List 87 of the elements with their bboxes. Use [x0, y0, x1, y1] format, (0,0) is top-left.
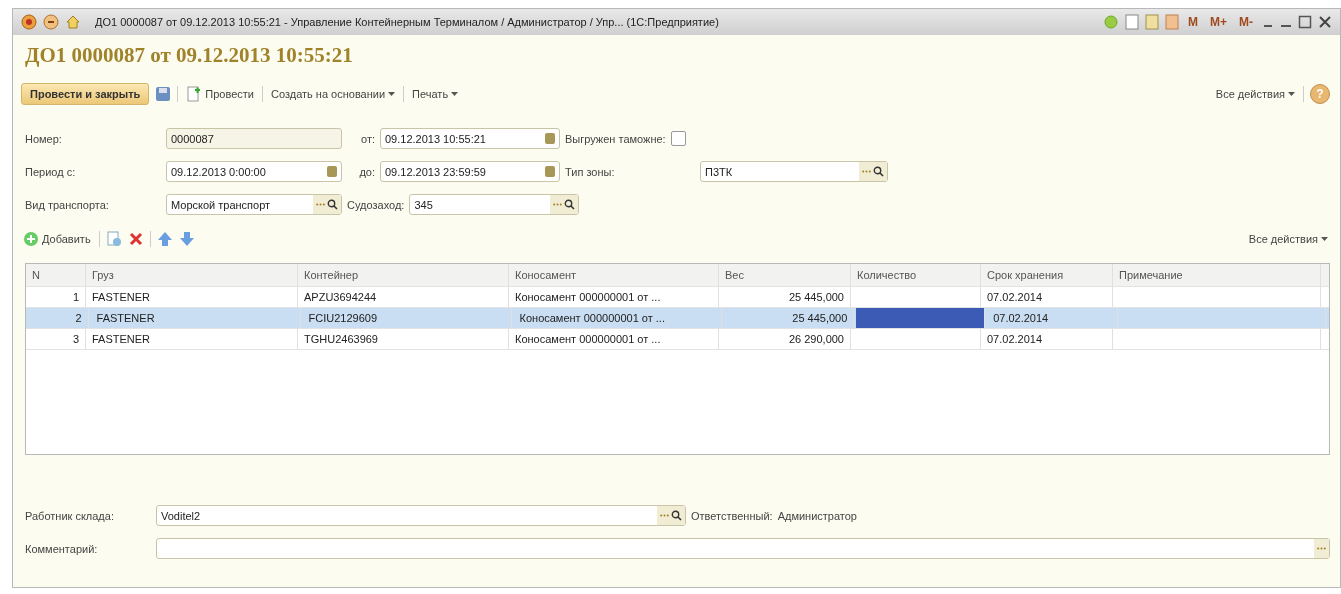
table-row[interactable]: 2 FASTENER FCIU2129609 Коносамент 000000001 от ... 25 445,000 07.02.2014	[26, 308, 1329, 329]
table-cell: FASTENER	[90, 308, 301, 328]
table-cell: 25 445,000	[719, 287, 851, 307]
table-cell: Коносамент 000000001 от ...	[509, 329, 719, 349]
ship-call-field[interactable]: 345	[409, 194, 580, 215]
column-header[interactable]: Груз	[86, 264, 298, 286]
search-icon[interactable]	[564, 199, 576, 210]
memory-button[interactable]: M+	[1207, 15, 1230, 29]
field-label: до:	[358, 165, 375, 178]
table-cell: 3	[26, 329, 86, 349]
table-cell: 25 445,000	[723, 308, 855, 328]
field-label: Вид транспорта:	[24, 198, 110, 211]
field-label: Тип зоны:	[565, 165, 616, 178]
responsible-name: Администратор	[777, 509, 857, 522]
all-actions-button[interactable]: Все действия	[1213, 88, 1297, 100]
caret-icon	[1321, 237, 1328, 241]
search-icon[interactable]	[671, 510, 682, 521]
table-row[interactable]: 3 FASTENER TGHU2463969 Коносамент 000000001 от ... 26 290,000 07.02.2014	[26, 329, 1329, 350]
home-icon[interactable]	[65, 14, 81, 30]
maximize-icon[interactable]	[1298, 15, 1312, 29]
logo-icon[interactable]	[21, 14, 37, 30]
table-cell: 2	[29, 308, 89, 328]
column-header[interactable]: Количество	[851, 264, 981, 286]
column-header[interactable]: Вес	[719, 264, 851, 286]
post-and-close-button[interactable]: Провести и закрыть	[21, 83, 150, 105]
table-cell: 07.02.2014	[981, 287, 1113, 307]
table-cell: Коносамент 000000001 от ...	[509, 287, 719, 307]
caret-icon	[1288, 92, 1295, 96]
transport-field[interactable]: Морской транспорт	[166, 194, 342, 215]
save-icon[interactable]	[155, 86, 172, 102]
search-icon[interactable]	[327, 199, 338, 210]
field-label: Комментарий:	[24, 542, 99, 555]
date-field[interactable]: 09.12.2013 0:00:00	[166, 161, 342, 182]
memory-button[interactable]: M-	[1236, 15, 1256, 29]
all-actions-button[interactable]: Все действия	[1246, 233, 1330, 245]
post-button[interactable]: Провести	[184, 86, 256, 102]
window-title: ДО1 0000087 от 09.12.2013 10:55:21 - Управление Контейнерным Терминалом / Администратор / Упр... (1С:Предприятие)	[95, 16, 720, 28]
search-icon[interactable]	[873, 166, 884, 177]
document-icon	[186, 86, 203, 102]
arrow-up-icon[interactable]	[156, 231, 173, 247]
focused-cell[interactable]	[856, 308, 986, 328]
caret-icon	[388, 92, 396, 96]
ellipsis-icon[interactable]	[316, 203, 325, 206]
column-header[interactable]: Контейнер	[298, 264, 509, 286]
table-cell: 1	[26, 287, 86, 307]
arrow-down-icon[interactable]	[178, 231, 195, 247]
field-label: Выгружен таможне:	[565, 132, 666, 145]
column-header[interactable]: Срок хранения	[981, 264, 1113, 286]
document-heading: ДО1 0000087 от 09.12.2013 10:55:21	[25, 43, 354, 68]
ellipsis-icon[interactable]	[862, 170, 871, 173]
date-field[interactable]: 09.12.2013 10:55:21	[380, 128, 560, 149]
zone-field[interactable]: П3ТК	[700, 161, 888, 182]
worker-field[interactable]: Voditel2	[156, 505, 686, 526]
create-based-on-button[interactable]: Создать на основании	[268, 88, 398, 100]
field-label: Работник склада:	[24, 509, 115, 522]
table-cell: FCIU2129609	[302, 308, 512, 328]
checkbox[interactable]	[670, 131, 686, 146]
table-cell: 07.02.2014	[987, 308, 1118, 328]
column-header[interactable]: Коносамент	[509, 264, 719, 286]
print-button[interactable]: Печать	[410, 88, 461, 100]
date-field[interactable]: 09.12.2013 23:59:59	[380, 161, 560, 182]
table-cell: APZU3694244	[298, 287, 509, 307]
add-button[interactable]: Добавить	[21, 231, 93, 247]
ellipsis-icon[interactable]	[1317, 547, 1326, 550]
field-label: от:	[360, 132, 375, 145]
table-cell: Коносамент 000000001 от ...	[513, 308, 722, 328]
field-label: Номер:	[24, 132, 63, 145]
plus-icon	[23, 231, 39, 247]
caret-icon	[451, 92, 459, 96]
table-cell: 07.02.2014	[981, 329, 1113, 349]
ellipsis-icon[interactable]	[660, 514, 669, 517]
copy-icon[interactable]	[105, 231, 122, 247]
close-icon[interactable]	[1318, 15, 1332, 29]
table-cell: FASTENER	[86, 287, 298, 307]
delete-icon[interactable]	[127, 231, 144, 247]
table-cell: TGHU2463969	[298, 329, 509, 349]
document-icon[interactable]	[1125, 14, 1139, 30]
table-cell: 26 290,000	[719, 329, 851, 349]
comment-field[interactable]	[156, 538, 1330, 559]
field-label: Судозаход:	[347, 198, 405, 211]
field-label: Ответственный:	[691, 509, 773, 522]
column-header[interactable]: N	[26, 264, 86, 286]
number-field[interactable]: 0000087	[166, 128, 342, 149]
column-header[interactable]: Примечание	[1113, 264, 1321, 286]
table-cell: FASTENER	[86, 329, 298, 349]
memory-button[interactable]: M	[1185, 15, 1201, 29]
field-label: Период с:	[24, 165, 77, 178]
